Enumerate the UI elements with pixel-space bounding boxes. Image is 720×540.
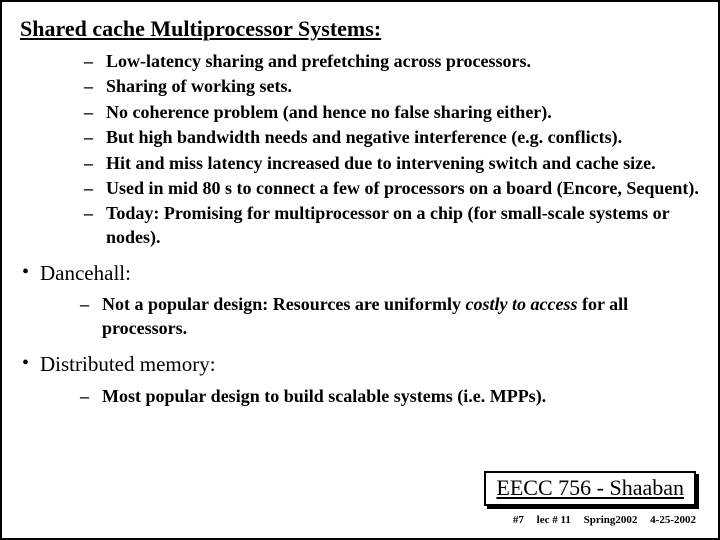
footer-credit-box: EECC 756 - Shaaban <box>484 471 696 506</box>
slide-title: Shared cache Multiprocessor Systems: <box>20 16 702 42</box>
main-list: Dancehall: Not a popular design: Resourc… <box>22 259 702 408</box>
list-item: Today: Promising for multiprocessor on a… <box>84 202 702 249</box>
list-item: Not a popular design: Resources are unif… <box>80 293 702 340</box>
list-item: Low-latency sharing and prefetching acro… <box>84 50 702 73</box>
distmem-section: Distributed memory: Most popular design … <box>22 350 702 408</box>
text: Not a popular design: Resources are unif… <box>102 294 466 314</box>
list-item: But high bandwidth needs and negative in… <box>84 126 702 149</box>
dancehall-section: Dancehall: Not a popular design: Resourc… <box>22 259 702 340</box>
dancehall-heading: Dancehall: <box>40 261 131 285</box>
distmem-heading: Distributed memory: <box>40 352 216 376</box>
slide: Shared cache Multiprocessor Systems: Low… <box>0 0 720 540</box>
list-item: Used in mid 80 s to connect a few of pro… <box>84 177 702 200</box>
dancehall-list: Not a popular design: Resources are unif… <box>40 293 702 340</box>
distmem-list: Most popular design to build scalable sy… <box>40 385 702 408</box>
shared-cache-list: Low-latency sharing and prefetching acro… <box>18 50 702 249</box>
term: Spring2002 <box>584 514 638 526</box>
slide-number: #7 <box>513 514 524 526</box>
footer-meta: #7 lec # 11 Spring2002 4-25-2002 <box>513 514 696 526</box>
date: 4-25-2002 <box>650 514 696 526</box>
lecture-number: lec # 11 <box>537 514 571 526</box>
emphasis: costly to access <box>466 294 578 314</box>
list-item: Hit and miss latency increased due to in… <box>84 152 702 175</box>
list-item: Most popular design to build scalable sy… <box>80 385 702 408</box>
list-item: No coherence problem (and hence no false… <box>84 101 702 124</box>
list-item: Sharing of working sets. <box>84 75 702 98</box>
